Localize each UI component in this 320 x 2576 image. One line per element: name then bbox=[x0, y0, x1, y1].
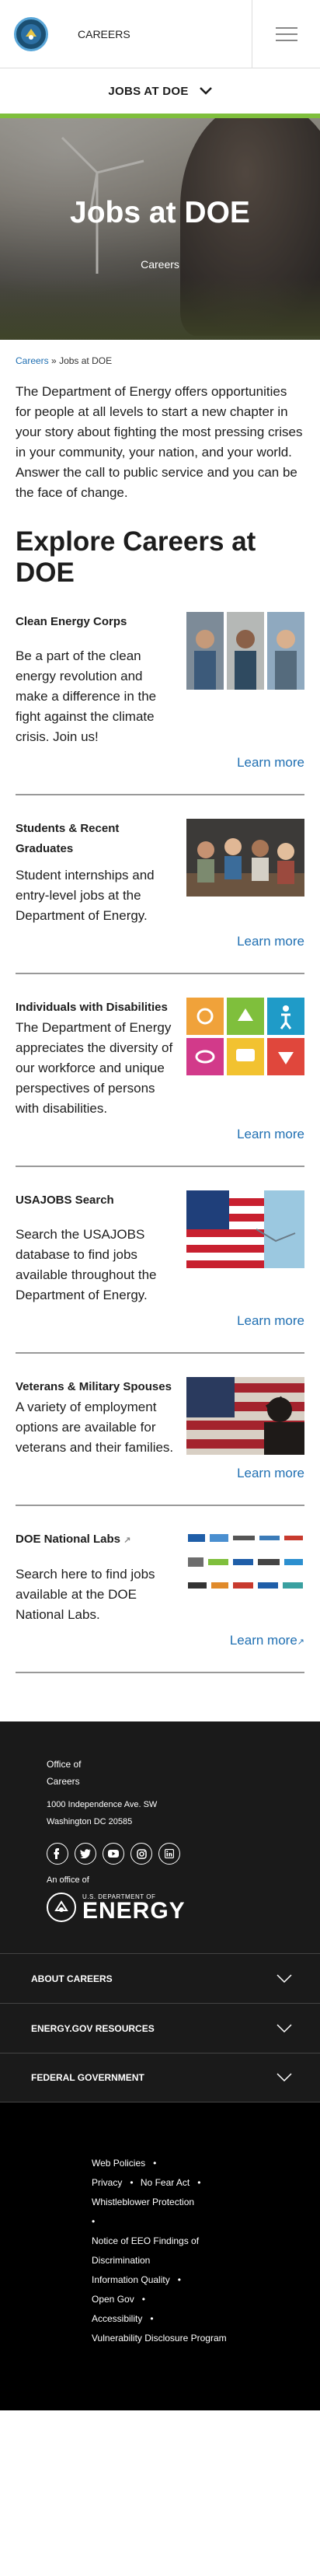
veterans-flag-salute-image bbox=[186, 1377, 304, 1455]
hamburger-icon bbox=[275, 33, 297, 35]
learn-more-link[interactable]: Learn more bbox=[16, 1313, 304, 1329]
youtube-icon[interactable] bbox=[103, 1843, 124, 1865]
link-separator: • bbox=[150, 2313, 154, 2324]
footer-link-whistleblower[interactable]: Whistleblower Protection bbox=[92, 2197, 194, 2207]
facebook-icon[interactable] bbox=[47, 1843, 68, 1865]
link-separator: • bbox=[197, 2177, 201, 2188]
footer-office-line2: Careers bbox=[47, 1776, 80, 1787]
footer-link-vulnerability-disclosure[interactable]: Vulnerability Disclosure Program bbox=[92, 2333, 227, 2344]
external-link-icon: ↗ bbox=[297, 1638, 304, 1647]
footer-accordion: ABOUT CAREERS ENERGY.GOV RESOURCES FEDER… bbox=[0, 1953, 320, 2102]
learn-more-link[interactable]: Learn more↗ bbox=[16, 1633, 304, 1648]
social-links bbox=[0, 1843, 320, 1865]
footer-link-information-quality[interactable]: Information Quality bbox=[92, 2274, 170, 2285]
footer-office-line1: Office of bbox=[47, 1759, 82, 1770]
card-body: A variety of employment options are avai… bbox=[16, 1400, 174, 1455]
footer-bottom-links: Web Policies • Privacy • No Fear Act • Whis… bbox=[0, 2102, 320, 2410]
card-title[interactable]: Students & Recent Graduates bbox=[16, 819, 175, 859]
career-card-veterans: Veterans & Military Spouses A variety of… bbox=[16, 1354, 304, 1506]
learn-more-link[interactable]: Learn more bbox=[16, 1466, 304, 1481]
learn-more-link[interactable]: Learn more bbox=[16, 755, 304, 771]
footer-office-name[interactable]: Office of Careers bbox=[0, 1756, 320, 1790]
learn-more-text: Learn more bbox=[229, 1633, 297, 1648]
chevron-down-icon bbox=[199, 87, 212, 95]
twitter-icon[interactable] bbox=[75, 1843, 96, 1865]
link-separator: • bbox=[177, 2274, 181, 2285]
footer-address: 1000 Independence Ave. SW Washington DC … bbox=[0, 1796, 320, 1830]
footer-link-web-policies[interactable]: Web Policies bbox=[92, 2158, 145, 2169]
card-body: Search the USAJOBS database to find jobs… bbox=[16, 1227, 157, 1302]
card-title[interactable]: DOE National Labs ↗ bbox=[16, 1529, 175, 1550]
footer-link-eeo-findings[interactable]: Notice of EEO Findings of Discrimination bbox=[92, 2235, 199, 2266]
chevron-down-icon bbox=[277, 2023, 292, 2032]
students-photo bbox=[186, 819, 304, 897]
site-footer: Office of Careers 1000 Independence Ave.… bbox=[0, 1721, 320, 2102]
doe-wordmark: U.S. DEPARTMENT OF ENERGY bbox=[82, 1893, 186, 1924]
doe-seal-icon bbox=[47, 1893, 76, 1922]
card-body: The Department of Energy appreciates the… bbox=[16, 1020, 173, 1116]
accessibility-icons-graphic bbox=[186, 998, 304, 1075]
card-title-text: DOE National Labs bbox=[16, 1533, 121, 1546]
page-title: Jobs at DOE bbox=[70, 196, 250, 229]
link-separator: • bbox=[92, 2216, 96, 2227]
section-nav-label: JOBS AT DOE bbox=[108, 84, 189, 98]
intro-paragraph: The Department of Energy offers opportun… bbox=[16, 384, 303, 500]
linkedin-icon[interactable] bbox=[158, 1843, 180, 1865]
menu-button[interactable] bbox=[252, 0, 320, 68]
instagram-icon[interactable] bbox=[130, 1843, 152, 1865]
chevron-down-icon bbox=[277, 2073, 292, 2082]
link-separator: • bbox=[130, 2177, 134, 2188]
career-card-national-labs: DOE National Labs ↗ Search here to find … bbox=[16, 1506, 304, 1673]
hero-subtitle: Careers bbox=[141, 258, 179, 271]
accordion-label: FEDERAL GOVERNMENT bbox=[31, 2072, 144, 2083]
footer-link-open-gov[interactable]: Open Gov bbox=[92, 2294, 134, 2305]
external-link-icon: ↗ bbox=[123, 1536, 131, 1545]
national-labs-logos-graphic bbox=[186, 1529, 304, 1607]
explore-heading: Explore Careers at DOE bbox=[16, 526, 256, 588]
site-header: CAREERS bbox=[0, 0, 320, 68]
card-title[interactable]: USAJOBS Search bbox=[16, 1190, 175, 1211]
breadcrumb-separator: » bbox=[51, 355, 57, 366]
usajobs-puzzle-flag-image bbox=[186, 1190, 304, 1268]
accordion-about-careers[interactable]: ABOUT CAREERS bbox=[0, 1953, 320, 2003]
career-card-disabilities: Individuals with Disabilities The Depart… bbox=[16, 974, 304, 1167]
footer-link-no-fear-act[interactable]: No Fear Act bbox=[141, 2177, 190, 2188]
footer-address-line1: 1000 Independence Ave. SW bbox=[47, 1800, 158, 1809]
career-card-usajobs: USAJOBS Search Search the USAJOBS databa… bbox=[16, 1167, 304, 1354]
site-name[interactable]: CAREERS bbox=[78, 28, 130, 40]
chevron-down-icon bbox=[277, 1973, 292, 1983]
accordion-federal-government[interactable]: FEDERAL GOVERNMENT bbox=[0, 2053, 320, 2102]
link-separator: • bbox=[141, 2294, 145, 2305]
card-body: Be a part of the clean energy revolution… bbox=[16, 648, 157, 744]
clean-energy-corps-photo bbox=[186, 612, 304, 690]
breadcrumb-home-link[interactable]: Careers bbox=[16, 355, 49, 366]
section-nav-toggle[interactable]: JOBS AT DOE bbox=[0, 68, 320, 118]
card-body: Student internships and entry-level jobs… bbox=[16, 868, 155, 923]
card-title[interactable]: Veterans & Military Spouses bbox=[16, 1377, 175, 1397]
office-of-label: An office of bbox=[47, 1875, 89, 1885]
hero-banner: Jobs at DOE Careers bbox=[0, 118, 320, 340]
learn-more-link[interactable]: Learn more bbox=[16, 1127, 304, 1142]
learn-more-link[interactable]: Learn more bbox=[16, 934, 304, 949]
doe-footer-logo[interactable]: U.S. DEPARTMENT OF ENERGY bbox=[0, 1893, 320, 1922]
footer-address-line2: Washington DC 20585 bbox=[47, 1817, 133, 1826]
card-title[interactable]: Clean Energy Corps bbox=[16, 612, 175, 632]
breadcrumb-current: Jobs at DOE bbox=[59, 355, 113, 366]
accordion-energy-gov-resources[interactable]: ENERGY.GOV RESOURCES bbox=[0, 2003, 320, 2053]
career-card-students: Students & Recent Graduates Student inte… bbox=[16, 795, 304, 974]
hamburger-icon bbox=[275, 27, 297, 29]
accordion-label: ABOUT CAREERS bbox=[31, 1973, 113, 1984]
accordion-label: ENERGY.GOV RESOURCES bbox=[31, 2022, 155, 2034]
doe-seal-logo[interactable] bbox=[14, 17, 48, 51]
link-separator: • bbox=[153, 2158, 157, 2169]
breadcrumb: Careers » Jobs at DOE bbox=[0, 340, 320, 366]
doe-wordmark-big: ENERGY bbox=[82, 1897, 186, 1924]
card-body: Search here to find jobs available at th… bbox=[16, 1567, 155, 1622]
footer-link-privacy[interactable]: Privacy bbox=[92, 2177, 122, 2188]
career-card-clean-energy-corps: Clean Energy Corps Be a part of the clea… bbox=[16, 589, 304, 795]
card-title[interactable]: Individuals with Disabilities bbox=[16, 998, 175, 1018]
hamburger-icon bbox=[275, 40, 297, 41]
footer-link-accessibility[interactable]: Accessibility bbox=[92, 2313, 142, 2324]
